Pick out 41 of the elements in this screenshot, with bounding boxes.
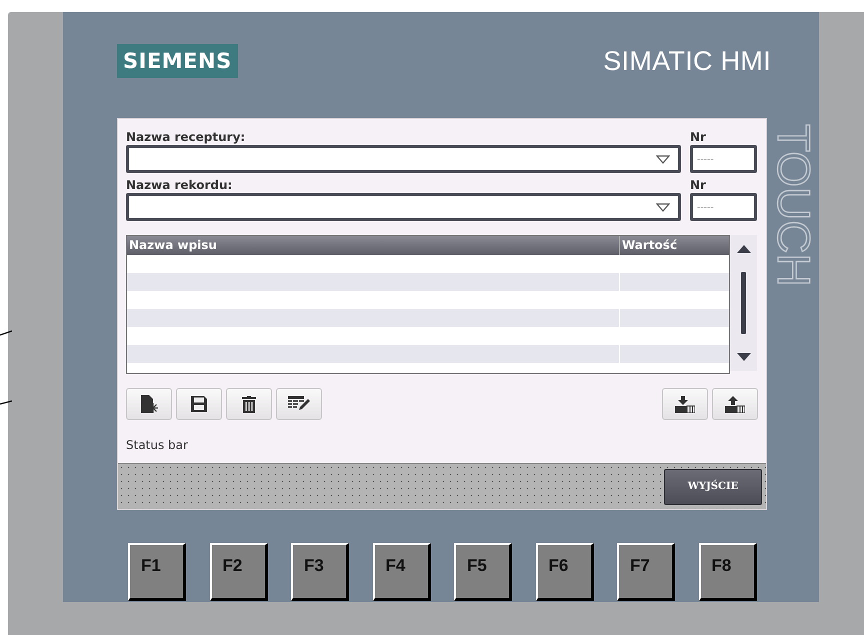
number-field[interactable]: ----- [690, 193, 757, 221]
new-document-icon [139, 395, 159, 413]
download-button[interactable] [662, 388, 708, 420]
dropdown-arrow-icon [656, 154, 670, 164]
function-key[interactable]: F8 [698, 543, 756, 601]
upload-from-device-icon [725, 396, 745, 412]
field-label: Nr [690, 129, 707, 145]
trash-icon [242, 396, 256, 412]
function-key[interactable]: F3 [291, 543, 349, 601]
delete-button[interactable] [226, 388, 272, 420]
save-button[interactable] [176, 388, 222, 420]
leader-line [0, 330, 12, 336]
brand-logo: SIEMENS [117, 44, 238, 78]
side-label: TOUCH [771, 124, 817, 287]
field-label: Nazwa rekordu: [126, 177, 234, 193]
dropdown-field[interactable] [126, 145, 681, 173]
exit-button[interactable]: WYJŚCIE [664, 468, 762, 504]
field-label: Nr [690, 177, 707, 193]
function-key[interactable]: F5 [454, 543, 512, 601]
column-header[interactable]: Nazwa wpisu [127, 236, 619, 255]
function-key[interactable]: F6 [536, 543, 594, 601]
function-key[interactable]: F7 [617, 543, 675, 601]
leader-line [0, 399, 12, 405]
status-bar-text: Status bar [126, 437, 189, 454]
function-key[interactable]: F2 [210, 543, 268, 601]
function-key[interactable]: F4 [372, 543, 430, 601]
function-key[interactable]: F1 [128, 543, 186, 601]
number-field[interactable]: ----- [690, 145, 757, 173]
dropdown-field[interactable] [126, 193, 681, 221]
table-edit-icon [288, 396, 310, 412]
upload-button[interactable] [712, 388, 758, 420]
scroll-up-icon[interactable] [736, 245, 750, 253]
scroll-down-icon[interactable] [736, 353, 750, 361]
download-to-device-icon [675, 396, 695, 412]
dropdown-arrow-icon [656, 202, 670, 212]
field-label: Nazwa receptury: [126, 129, 246, 145]
product-title: SIMATIC HMI [603, 44, 771, 78]
new-record-button[interactable] [126, 388, 172, 420]
scroll-thumb[interactable] [741, 272, 746, 334]
edit-table-button[interactable] [276, 388, 322, 420]
save-icon [191, 396, 207, 412]
